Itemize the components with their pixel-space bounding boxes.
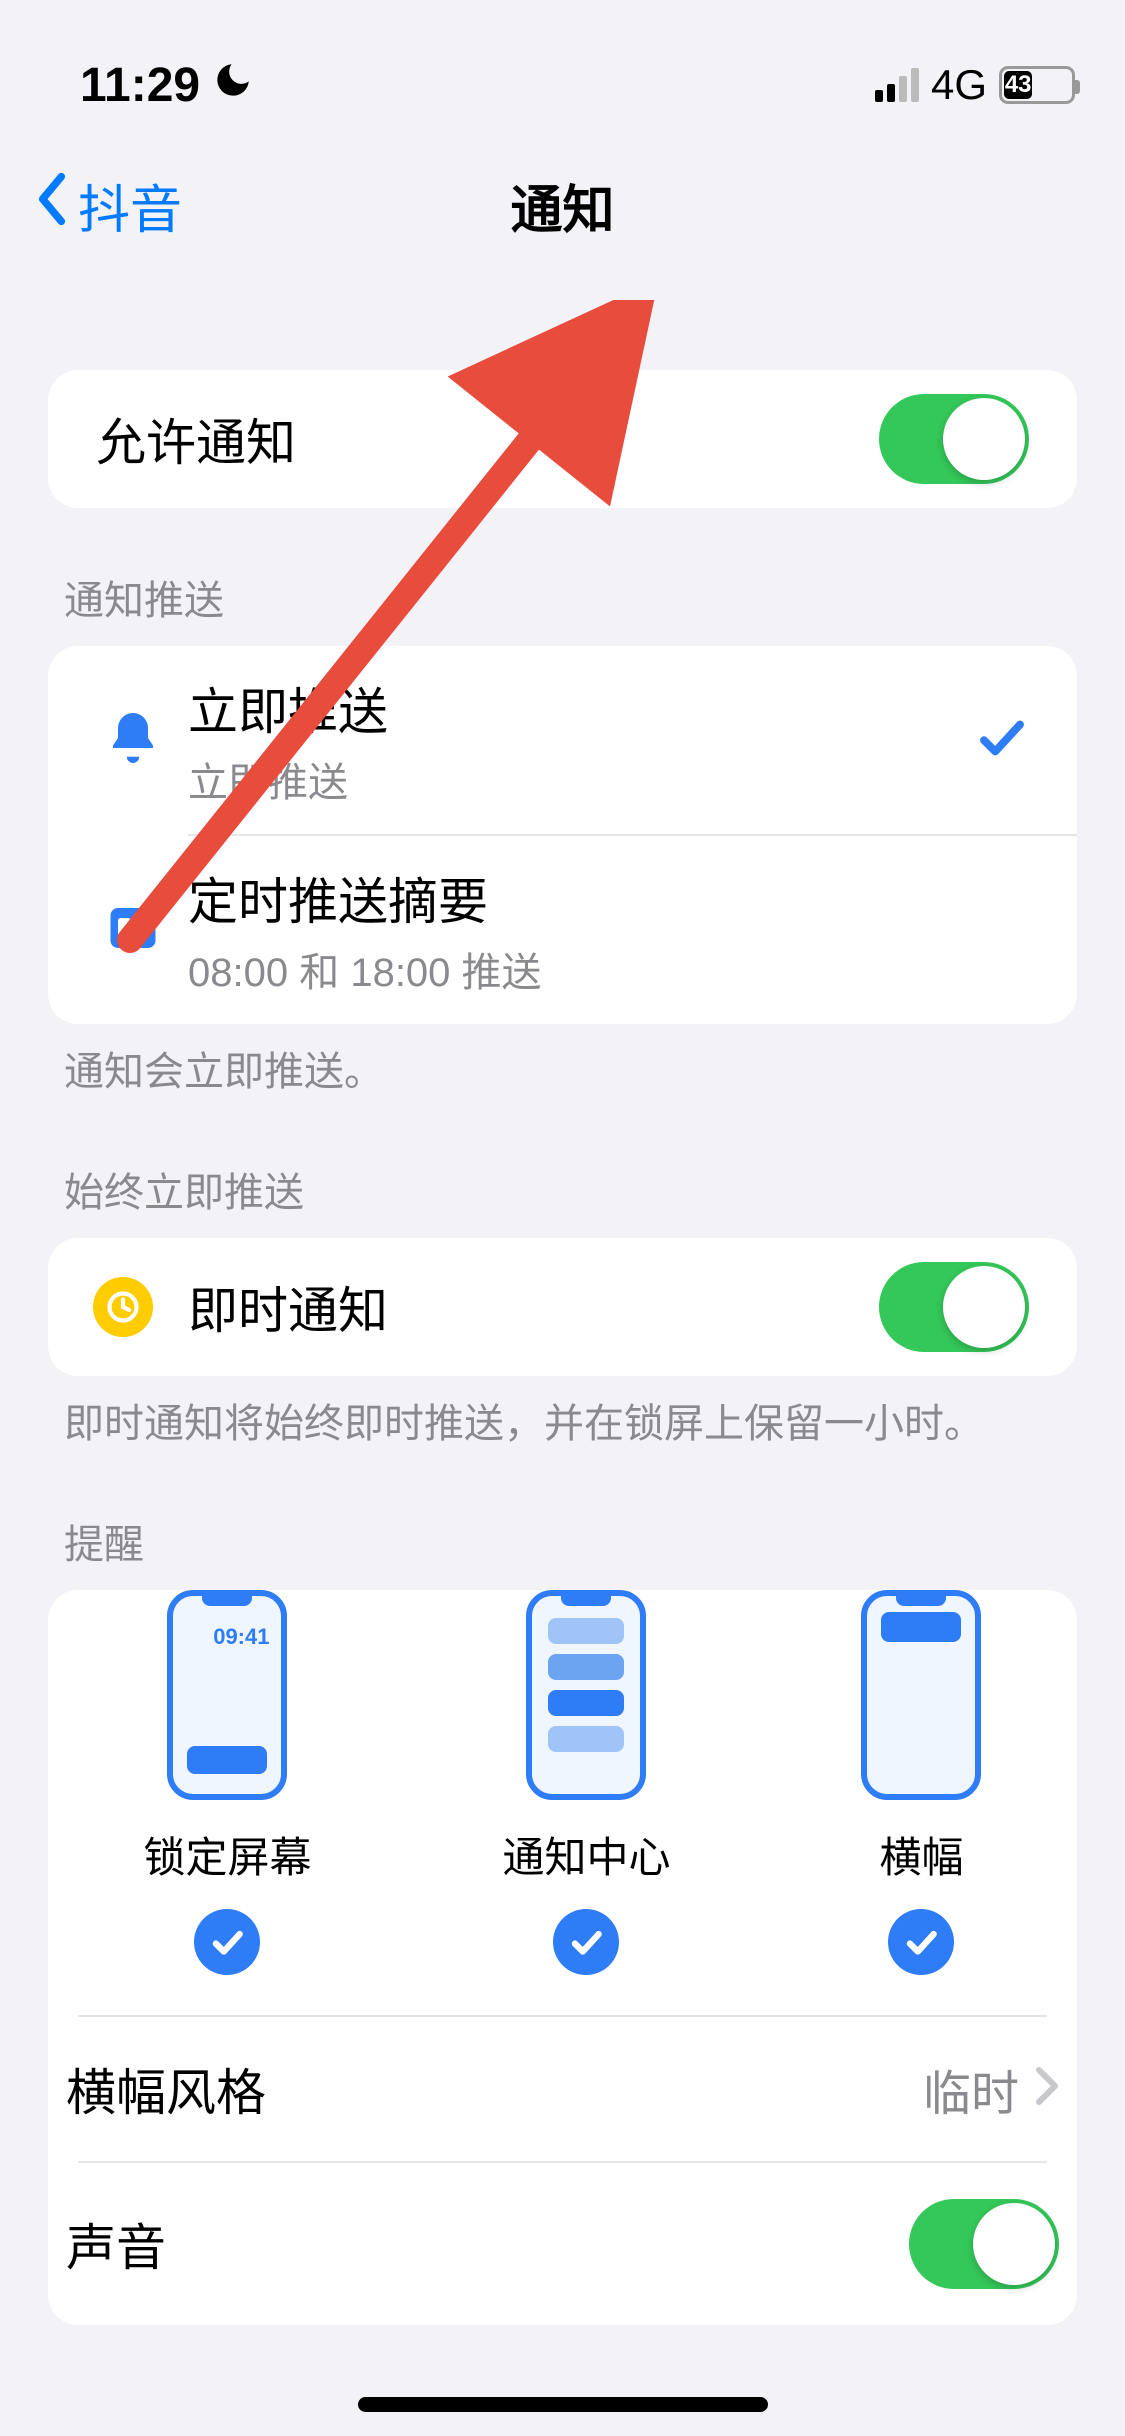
- alert-option-notification-center[interactable]: 通知中心: [502, 1590, 670, 1975]
- time-sensitive-toggle[interactable]: [879, 1262, 1029, 1352]
- alert-option-banner[interactable]: 横幅: [861, 1590, 981, 1975]
- network-type: 4G: [931, 61, 987, 109]
- chevron-left-icon: [30, 171, 74, 240]
- summary-icon: [103, 898, 163, 963]
- back-button[interactable]: 抖音: [30, 168, 182, 243]
- notification-center-preview-icon: [526, 1590, 646, 1800]
- allow-notifications-toggle[interactable]: [879, 394, 1029, 484]
- alert-lockscreen-check[interactable]: [194, 1909, 260, 1975]
- alert-banner-check[interactable]: [888, 1909, 954, 1975]
- delivery-immediate-title: 立即推送: [188, 672, 975, 744]
- delivery-footer: 通知会立即推送。: [48, 1024, 1077, 1100]
- check-icon: [975, 711, 1029, 770]
- battery-icon: 43: [999, 66, 1075, 104]
- banner-style-label: 横幅风格: [66, 2053, 923, 2125]
- time-sensitive-card: 即时通知: [48, 1238, 1077, 1376]
- battery-level: 43: [1004, 71, 1032, 99]
- clock-icon: [93, 1277, 153, 1337]
- do-not-disturb-icon: [212, 58, 254, 113]
- sound-toggle[interactable]: [909, 2199, 1059, 2289]
- banner-style-value: 临时: [923, 2054, 1019, 2124]
- allow-notifications-row[interactable]: 允许通知: [48, 370, 1077, 508]
- cellular-signal-icon: [875, 68, 919, 102]
- alerts-card: 09:41 锁定屏幕 通知中心: [48, 1590, 1077, 2325]
- delivery-card: 立即推送 立即推送 定时推送摘要 08:00 和 18:00 推送: [48, 646, 1077, 1024]
- always-header: 始终立即推送: [48, 1100, 1077, 1238]
- delivery-immediate-row[interactable]: 立即推送 立即推送: [48, 646, 1077, 834]
- delivery-header: 通知推送: [48, 508, 1077, 646]
- alert-nc-check[interactable]: [553, 1909, 619, 1975]
- status-time: 11:29: [80, 58, 200, 113]
- alert-banner-label: 横幅: [879, 1824, 963, 1885]
- delivery-scheduled-row[interactable]: 定时推送摘要 08:00 和 18:00 推送: [188, 834, 1077, 1024]
- lockscreen-preview-icon: 09:41: [167, 1590, 287, 1800]
- delivery-immediate-subtitle: 立即推送: [188, 750, 975, 808]
- banner-preview-icon: [861, 1590, 981, 1800]
- always-footer: 即时通知将始终即时推送，并在锁屏上保留一小时。: [48, 1376, 1077, 1452]
- back-label: 抖音: [78, 168, 182, 243]
- nav-bar: 抖音 通知: [0, 140, 1125, 270]
- sound-row[interactable]: 声音: [48, 2163, 1077, 2325]
- status-bar: 11:29 4G 43: [0, 0, 1125, 140]
- allow-notifications-label: 允许通知: [96, 403, 879, 475]
- bell-icon: [103, 708, 163, 773]
- chevron-right-icon: [1035, 2060, 1059, 2118]
- time-sensitive-label: 即时通知: [188, 1271, 879, 1343]
- alert-option-lockscreen[interactable]: 09:41 锁定屏幕: [143, 1590, 311, 1975]
- alert-lockscreen-label: 锁定屏幕: [143, 1824, 311, 1885]
- delivery-scheduled-title: 定时推送摘要: [188, 862, 1029, 934]
- delivery-scheduled-subtitle: 08:00 和 18:00 推送: [188, 940, 1029, 998]
- banner-style-row[interactable]: 横幅风格 临时: [48, 2017, 1077, 2161]
- alert-nc-label: 通知中心: [502, 1824, 670, 1885]
- home-indicator[interactable]: [358, 2397, 768, 2412]
- time-sensitive-row[interactable]: 即时通知: [48, 1238, 1077, 1376]
- alerts-header: 提醒: [48, 1452, 1077, 1590]
- sound-label: 声音: [66, 2208, 909, 2280]
- allow-notifications-card: 允许通知: [48, 370, 1077, 508]
